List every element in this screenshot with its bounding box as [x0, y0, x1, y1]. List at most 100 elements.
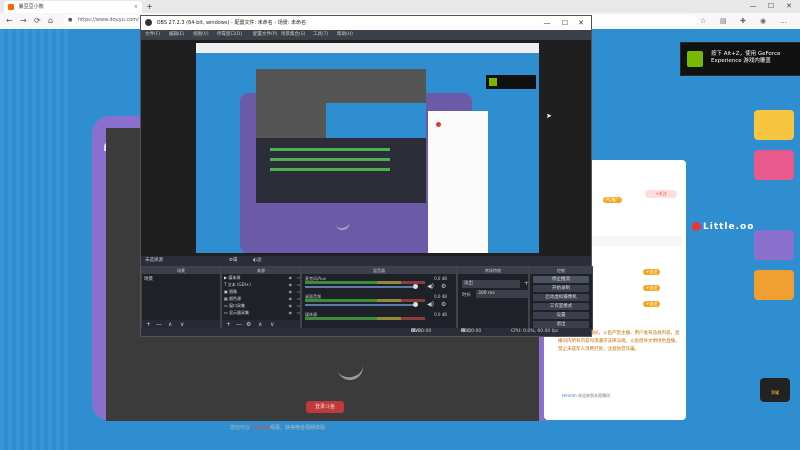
visibility-icon[interactable]: ◉ — [289, 296, 293, 302]
close-window-button[interactable]: ✕ — [780, 0, 798, 13]
stop-streaming-button[interactable]: 停止推流 — [533, 276, 589, 283]
mixer-channel-db: 0.0 dB — [434, 294, 447, 299]
menu-tools[interactable]: 工具(T) — [313, 30, 328, 40]
extensions-icon[interactable]: ✚ — [740, 15, 746, 27]
follow-pill[interactable]: +关注 — [643, 301, 661, 307]
video-note-prefix: 您还可以 — [230, 425, 251, 431]
speaker-icon[interactable]: ◀) — [427, 301, 434, 308]
lock-icon[interactable]: ▫ — [297, 275, 300, 281]
reload-icon[interactable]: ⟳ — [34, 15, 41, 27]
obs-minimize-button[interactable]: — — [539, 16, 555, 30]
obs-preview[interactable]: Little.oo — [196, 43, 539, 253]
star-icon[interactable]: ☆ — [700, 15, 706, 27]
scene-item[interactable]: 场景 — [144, 276, 153, 282]
collections-icon[interactable]: ▤ — [720, 15, 727, 27]
obs-close-button[interactable]: ✕ — [573, 16, 589, 30]
chat-username[interactable]: Hmmm — [562, 393, 577, 398]
more-icon[interactable]: … — [780, 15, 787, 27]
rail-promo-card[interactable] — [754, 270, 794, 300]
exit-button[interactable]: 退出 — [533, 321, 589, 328]
streamer-handle-text: Little.oo — [703, 222, 755, 232]
rail-badge[interactable]: 荣耀 — [760, 378, 790, 402]
maximize-button[interactable]: ☐ — [762, 0, 780, 13]
transition-select[interactable]: 淡出 — [462, 280, 520, 288]
follow-pill[interactable]: +关注 — [643, 285, 661, 291]
visibility-icon[interactable]: ◉ — [289, 289, 293, 295]
rail-promo-card[interactable] — [754, 230, 794, 260]
source-item[interactable]: ▭ 窗口采集 ◉ ▫ — [224, 303, 302, 309]
home-icon[interactable]: ⌂ — [48, 15, 53, 27]
video-login-button[interactable]: 登录斗鱼 — [306, 401, 344, 413]
lock-icon[interactable]: ▫ — [297, 296, 300, 302]
rail-promo-card[interactable] — [754, 150, 794, 180]
back-icon[interactable]: ← — [6, 15, 13, 27]
source-item[interactable]: T 文本 (GDI+) ◉ ▫ — [224, 282, 302, 288]
lock-icon[interactable]: ▫ — [297, 303, 300, 309]
visibility-icon[interactable]: ◉ — [289, 282, 293, 288]
browser-tab[interactable]: 暴豆豆小熊 × — [4, 1, 142, 13]
visibility-icon[interactable]: ◉ — [289, 275, 293, 281]
mixer-body: 麦克风/Aux 0.0 dB ◀) ⚙ 桌面音频 0.0 dB ◀) ⚙ 媒体源… — [302, 274, 456, 329]
mixer-channel: 麦克风/Aux 0.0 dB ◀) ⚙ — [305, 276, 451, 292]
cpu-status: CPU: 0.0%, 60.00 fps — [511, 329, 559, 334]
preview-chat — [428, 111, 488, 253]
start-recording-button[interactable]: 开始录制 — [533, 285, 589, 292]
pc-promo-pill[interactable]: PC推广 — [603, 197, 623, 203]
tab-close-icon[interactable]: × — [134, 1, 138, 13]
volume-slider[interactable] — [305, 286, 415, 288]
lock-icon: ● — [68, 17, 73, 23]
gear-icon[interactable]: ⚙ — [441, 283, 446, 290]
preview-nvidia-toast — [486, 75, 536, 89]
url-text: https://www.douyu.com/ — [78, 17, 139, 23]
studio-mode-button[interactable]: 工作室模式 — [533, 303, 589, 310]
forward-icon[interactable]: → — [20, 15, 27, 27]
volume-slider-knob[interactable] — [413, 302, 418, 307]
source-item-label: 媒体源 — [228, 275, 241, 280]
menu-edit[interactable]: 编辑(E) — [169, 30, 184, 40]
lock-icon[interactable]: ▫ — [297, 289, 300, 295]
filters-button[interactable]: ◐ 滤镜 — [253, 256, 261, 273]
chat-system-message: Hmmm 欢迎来到本直播间 — [562, 393, 610, 399]
preview-nvidia-logo-icon — [489, 78, 497, 86]
rail-promo-card[interactable] — [754, 110, 794, 140]
volume-slider[interactable] — [305, 304, 415, 306]
visibility-icon[interactable]: ◉ — [289, 303, 293, 309]
video-note-link[interactable]: 下载斗鱼 — [250, 425, 270, 431]
menu-file[interactable]: 文件(F) — [145, 30, 160, 40]
properties-button[interactable]: ⚙ 属性 — [229, 256, 238, 273]
lock-icon[interactable]: ▫ — [297, 282, 300, 288]
gear-icon[interactable]: ⚙ — [441, 301, 446, 308]
speaker-icon[interactable]: ◀) — [427, 283, 434, 290]
settings-button[interactable]: 设置 — [533, 312, 589, 319]
audio-meter — [305, 299, 425, 302]
source-item-label: 图像 — [229, 289, 238, 294]
lock-icon[interactable]: ▫ — [297, 310, 300, 316]
volume-slider-knob[interactable] — [413, 284, 418, 289]
menu-help[interactable]: 帮助(H) — [337, 30, 353, 40]
follow-button[interactable]: +关注 — [645, 190, 677, 198]
virtual-camera-button[interactable]: 启动虚拟摄像机 — [533, 294, 589, 301]
profile-icon[interactable]: ◉ — [760, 15, 766, 27]
weibo-icon — [692, 222, 701, 231]
visibility-icon[interactable]: ◉ — [289, 310, 293, 316]
chat-row: PC推广 — [600, 196, 623, 204]
nvidia-overlay-toast: 按下 Alt+Z，使用 GeForce Experience 游戏内覆盖 — [680, 42, 800, 76]
audio-meter — [305, 317, 425, 320]
follow-pill[interactable]: +关注 — [643, 269, 661, 275]
nvidia-toast-text: 按下 Alt+Z，使用 GeForce Experience 游戏内覆盖 — [711, 51, 781, 64]
scenes-dock: 场景 场景 + — ∧ ∨ — [141, 266, 221, 330]
live-time: 00:00:00 — [411, 329, 432, 334]
duration-input[interactable]: 300 ms — [476, 290, 530, 298]
source-item[interactable]: ▣ 图像 ◉ ▫ — [224, 289, 302, 295]
menu-scene-collection[interactable]: 场景集合(S) — [281, 30, 305, 40]
menu-view[interactable]: 视图(V) — [193, 30, 209, 40]
obs-maximize-button[interactable]: ☐ — [557, 16, 573, 30]
menu-docks[interactable]: 停靠窗口(D) — [217, 30, 242, 40]
new-tab-button[interactable]: + — [146, 0, 153, 13]
source-item[interactable]: ▭ 显示器采集 ◉ ▫ — [224, 310, 302, 316]
minimize-button[interactable]: — — [744, 0, 762, 13]
source-item[interactable]: ▶ 媒体源 ◉ ▫ — [224, 275, 302, 281]
source-item[interactable]: ▦ 颜色源 ◉ ▫ — [224, 296, 302, 302]
video-note-suffix: 观看，获得绝佳视频体验 — [270, 425, 326, 431]
menu-profile[interactable]: 配置文件(P) — [253, 30, 277, 40]
